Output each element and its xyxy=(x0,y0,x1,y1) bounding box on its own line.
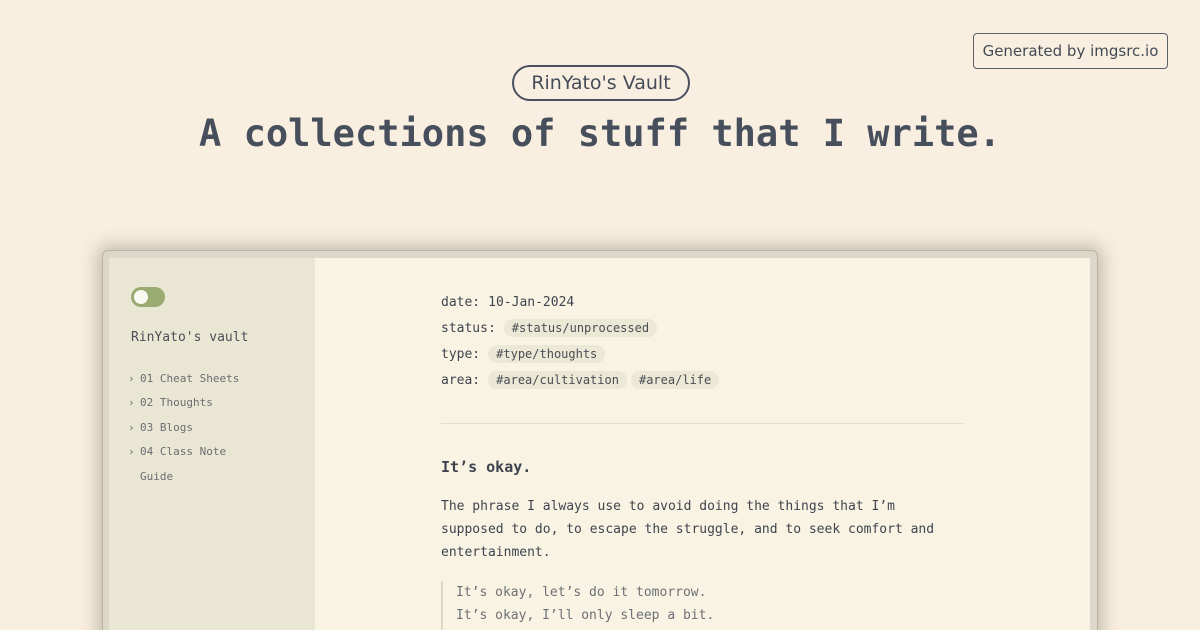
note-paragraph: The phrase I always use to avoid doing t… xyxy=(441,495,981,564)
sidebar-vault-title[interactable]: RinYato's vault xyxy=(131,330,248,345)
property-type: type: #type/thoughts xyxy=(441,341,723,367)
tag-area-life[interactable]: #area/life xyxy=(630,371,720,389)
chevron-right-icon: › xyxy=(128,371,135,385)
toggle-knob xyxy=(134,290,148,304)
theme-toggle[interactable] xyxy=(131,287,165,307)
property-value: 10-Jan-2024 xyxy=(488,294,575,310)
sidebar-item-cheat-sheets[interactable]: › 01 Cheat Sheets xyxy=(128,366,239,391)
chevron-right-icon: › xyxy=(128,420,135,434)
paragraph-line: The phrase I always use to avoid doing t… xyxy=(441,499,895,514)
quote-line: It’s okay, let’s do it tomorrow. xyxy=(456,585,707,600)
property-area: area: #area/cultivation #area/life xyxy=(441,367,723,393)
paragraph-line: entertainment. xyxy=(441,545,551,560)
tag-type-thoughts[interactable]: #type/thoughts xyxy=(488,345,606,363)
tag-area-cultivation[interactable]: #area/cultivation xyxy=(488,371,627,389)
sidebar-item-label: 03 Blogs xyxy=(140,420,193,434)
paragraph-line: supposed to do, to escape the struggle, … xyxy=(441,522,935,537)
page-headline: A collections of stuff that I write. xyxy=(199,112,1001,155)
chevron-right-icon: › xyxy=(128,396,135,410)
quote-line: It’s okay, I’ll only sleep a bit. xyxy=(456,608,715,623)
file-tree: › 01 Cheat Sheets › 02 Thoughts › 03 Blo… xyxy=(128,366,239,489)
sidebar-item-label: Guide xyxy=(140,469,174,483)
note-heading: It’s okay. xyxy=(441,458,532,476)
generated-by-badge: Generated by imgsrc.io xyxy=(973,33,1168,69)
sidebar-item-class-note[interactable]: › 04 Class Note xyxy=(128,440,239,465)
sidebar-item-guide[interactable]: Guide xyxy=(128,464,239,489)
properties-divider xyxy=(441,423,964,424)
chevron-right-icon: › xyxy=(128,445,135,459)
vault-name-pill: RinYato's Vault xyxy=(512,65,690,101)
property-key: area: xyxy=(441,372,481,388)
property-key: date: xyxy=(441,294,481,310)
note-properties: date: 10-Jan-2024 status: #status/unproc… xyxy=(441,289,723,393)
sidebar-item-label: 01 Cheat Sheets xyxy=(140,371,240,385)
sidebar-item-label: 02 Thoughts xyxy=(140,396,213,410)
sidebar-item-label: 04 Class Note xyxy=(140,445,227,459)
note-blockquote: It’s okay, let’s do it tomorrow. It’s ok… xyxy=(441,581,714,630)
property-key: type: xyxy=(441,346,481,362)
sidebar-item-thoughts[interactable]: › 02 Thoughts xyxy=(128,391,239,416)
sidebar-item-blogs[interactable]: › 03 Blogs xyxy=(128,415,239,440)
tag-status-unprocessed[interactable]: #status/unprocessed xyxy=(503,319,658,337)
property-key: status: xyxy=(441,320,496,336)
property-date: date: 10-Jan-2024 xyxy=(441,289,723,315)
property-status: status: #status/unprocessed xyxy=(441,315,723,341)
